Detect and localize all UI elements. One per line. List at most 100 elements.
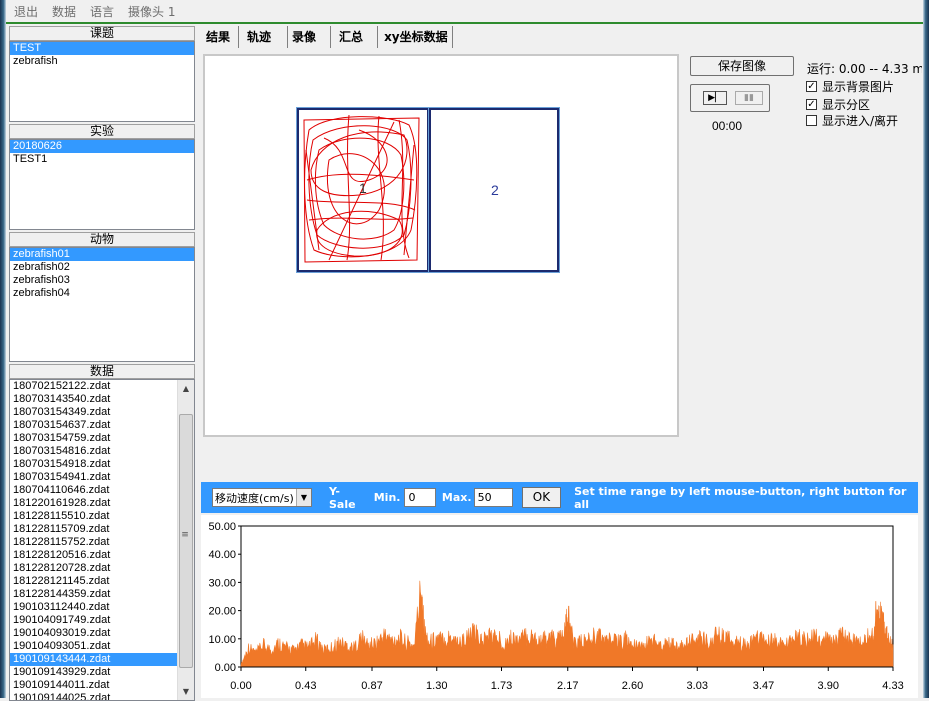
chevron-down-icon[interactable]: ▼ <box>296 489 311 506</box>
animal-item[interactable]: zebrafish04 <box>10 287 194 300</box>
max-input[interactable]: 50 <box>473 488 513 507</box>
data-file-item[interactable]: 181228120728.zdat <box>10 562 177 575</box>
experiments-list[interactable]: 20180626 TEST1 <box>9 139 195 230</box>
show-zones-label: 显示分区 <box>822 98 871 112</box>
tab-bar: 结果 轨迹 录像 汇总 xy坐标数据 <box>198 26 453 48</box>
data-file-item[interactable]: 181228115510.zdat <box>10 510 177 523</box>
data-file-item[interactable]: 181228120516.zdat <box>10 549 177 562</box>
menu-data[interactable]: 数据 <box>52 3 76 20</box>
experiment-item[interactable]: 20180626 <box>10 140 194 153</box>
data-file-item[interactable]: 180703143540.zdat <box>10 393 177 406</box>
animal-item[interactable]: zebrafish01 <box>10 248 194 261</box>
animal-item[interactable]: zebrafish02 <box>10 261 194 274</box>
data-file-item[interactable]: 190109143929.zdat <box>10 666 177 679</box>
pause-icon[interactable]: ▮▮ <box>735 91 763 105</box>
menu-bar: 退出 数据 语言 摄像头 1 <box>6 0 923 24</box>
data-file-item[interactable]: 180703154941.zdat <box>10 471 177 484</box>
data-file-item[interactable]: 180703154816.zdat <box>10 445 177 458</box>
data-file-item[interactable]: 181228115752.zdat <box>10 536 177 549</box>
time-range-hint: Set time range by left mouse-button, rig… <box>574 484 907 511</box>
scroll-thumb[interactable] <box>179 414 193 668</box>
x-tick-label: 1.73 <box>491 680 512 692</box>
menu-camera[interactable]: 摄像头 1 <box>128 3 175 20</box>
tab-trajectory[interactable]: 轨迹 <box>239 26 289 48</box>
save-image-button[interactable]: 保存图像 <box>690 56 794 76</box>
experiment-item[interactable]: TEST1 <box>10 153 194 166</box>
x-tick-label: 4.33 <box>882 680 903 692</box>
play-icon[interactable]: ▶▏ <box>703 91 727 105</box>
chart-toolbar: 移动速度(cm/s) ▼ Y-Sale Min. 0 Max. 50 OK Se… <box>201 482 918 513</box>
window-frame-right <box>923 0 929 698</box>
menu-exit[interactable]: 退出 <box>14 3 38 20</box>
scroll-grip-icon: ≡ <box>181 530 189 540</box>
x-tick-label: 3.03 <box>687 680 708 692</box>
zone-2-label: 2 <box>491 182 499 198</box>
x-tick-label: 1.30 <box>426 680 447 692</box>
data-file-item[interactable]: 181228144359.zdat <box>10 588 177 601</box>
x-tick-label: 2.17 <box>557 680 578 692</box>
arena-zone-2: 2 <box>428 107 560 273</box>
tab-summary[interactable]: 汇总 <box>331 26 379 48</box>
show-enter-leave-label: 显示进入/离开 <box>822 114 899 128</box>
data-scrollbar[interactable]: ▲ ≡ ▼ <box>177 380 194 700</box>
data-header: 数据 <box>9 364 195 379</box>
checkbox-check-icon: ✓ <box>806 99 817 110</box>
data-file-item[interactable]: 180703154349.zdat <box>10 406 177 419</box>
x-tick-label: 3.47 <box>753 680 774 692</box>
subject-item[interactable]: zebrafish <box>10 55 194 68</box>
x-tick-label: 0.87 <box>361 680 382 692</box>
zone-1-label: 1 <box>359 180 367 196</box>
min-label: Min. <box>373 491 401 504</box>
y-tick-label: 40.00 <box>208 549 236 561</box>
window-frame-left <box>0 0 6 698</box>
data-file-item[interactable]: 180703154759.zdat <box>10 432 177 445</box>
metric-select-value: 移动速度(cm/s) <box>215 491 294 505</box>
tab-results[interactable]: 结果 <box>198 26 240 48</box>
data-file-item[interactable]: 181220161928.zdat <box>10 497 177 510</box>
data-file-item[interactable]: 190104093051.zdat <box>10 640 177 653</box>
data-file-item[interactable]: 181228121145.zdat <box>10 575 177 588</box>
scroll-up-icon[interactable]: ▲ <box>178 380 194 397</box>
tab-xy-data[interactable]: xy坐标数据 <box>378 26 453 48</box>
checkbox-empty <box>806 115 817 126</box>
trajectory-canvas[interactable]: 1 2 <box>203 54 679 437</box>
show-background-checkbox[interactable]: ✓ 显示背景图片 <box>806 78 894 95</box>
data-file-item[interactable]: 180703154637.zdat <box>10 419 177 432</box>
data-file-item[interactable]: 190109143444.zdat <box>10 653 177 666</box>
metric-select[interactable]: 移动速度(cm/s) ▼ <box>212 488 312 507</box>
data-file-item[interactable]: 181228115709.zdat <box>10 523 177 536</box>
subjects-list[interactable]: TEST zebrafish <box>9 41 195 122</box>
tab-video[interactable]: 录像 <box>288 26 332 48</box>
data-file-item[interactable]: 190109144025.zdat <box>10 692 177 700</box>
data-file-item[interactable]: 180703154918.zdat <box>10 458 177 471</box>
y-tick-label: 30.00 <box>208 577 236 589</box>
data-file-item[interactable]: 190104091749.zdat <box>10 614 177 627</box>
subjects-header: 课题 <box>9 26 195 41</box>
data-file-item[interactable]: 190109144011.zdat <box>10 679 177 692</box>
checkbox-check-icon: ✓ <box>806 81 817 92</box>
speed-chart[interactable]: 0.00 10.00 20.00 30.00 40.00 50.00 0.00 0.43 0.8… <box>201 515 918 698</box>
max-label: Max. <box>441 491 472 504</box>
data-file-item[interactable]: 180704110646.zdat <box>10 484 177 497</box>
show-zones-checkbox[interactable]: ✓ 显示分区 <box>806 96 870 113</box>
animal-item[interactable]: zebrafish03 <box>10 274 194 287</box>
speed-chart-svg[interactable]: 0.00 10.00 20.00 30.00 40.00 50.00 0.00 0.43 0.8… <box>201 515 918 698</box>
animals-list[interactable]: zebrafish01 zebrafish02 zebrafish03 zebrafi… <box>9 247 195 362</box>
ok-button[interactable]: OK <box>521 487 562 508</box>
y-tick-label: 0.00 <box>215 662 236 674</box>
arena-zone-1: 1 <box>296 107 430 273</box>
show-enter-leave-checkbox[interactable]: 显示进入/离开 <box>806 112 898 129</box>
data-list[interactable]: 180702152122.zdat 180703143540.zdat 180703… <box>9 379 195 701</box>
ysale-label: Y-Sale <box>329 484 356 511</box>
left-panel: 课题 TEST zebrafish 实验 20180626 TEST1 动物 zeb… <box>9 26 195 701</box>
x-tick-label: 0.43 <box>295 680 316 692</box>
scroll-down-icon[interactable]: ▼ <box>178 683 194 700</box>
x-tick-label: 0.00 <box>230 680 251 692</box>
data-file-item[interactable]: 180702152122.zdat <box>10 380 177 393</box>
experiments-header: 实验 <box>9 124 195 139</box>
menu-language[interactable]: 语言 <box>90 3 114 20</box>
min-input[interactable]: 0 <box>404 488 436 507</box>
subject-item[interactable]: TEST <box>10 42 194 55</box>
data-file-item[interactable]: 190104093019.zdat <box>10 627 177 640</box>
data-file-item[interactable]: 190103112440.zdat <box>10 601 177 614</box>
